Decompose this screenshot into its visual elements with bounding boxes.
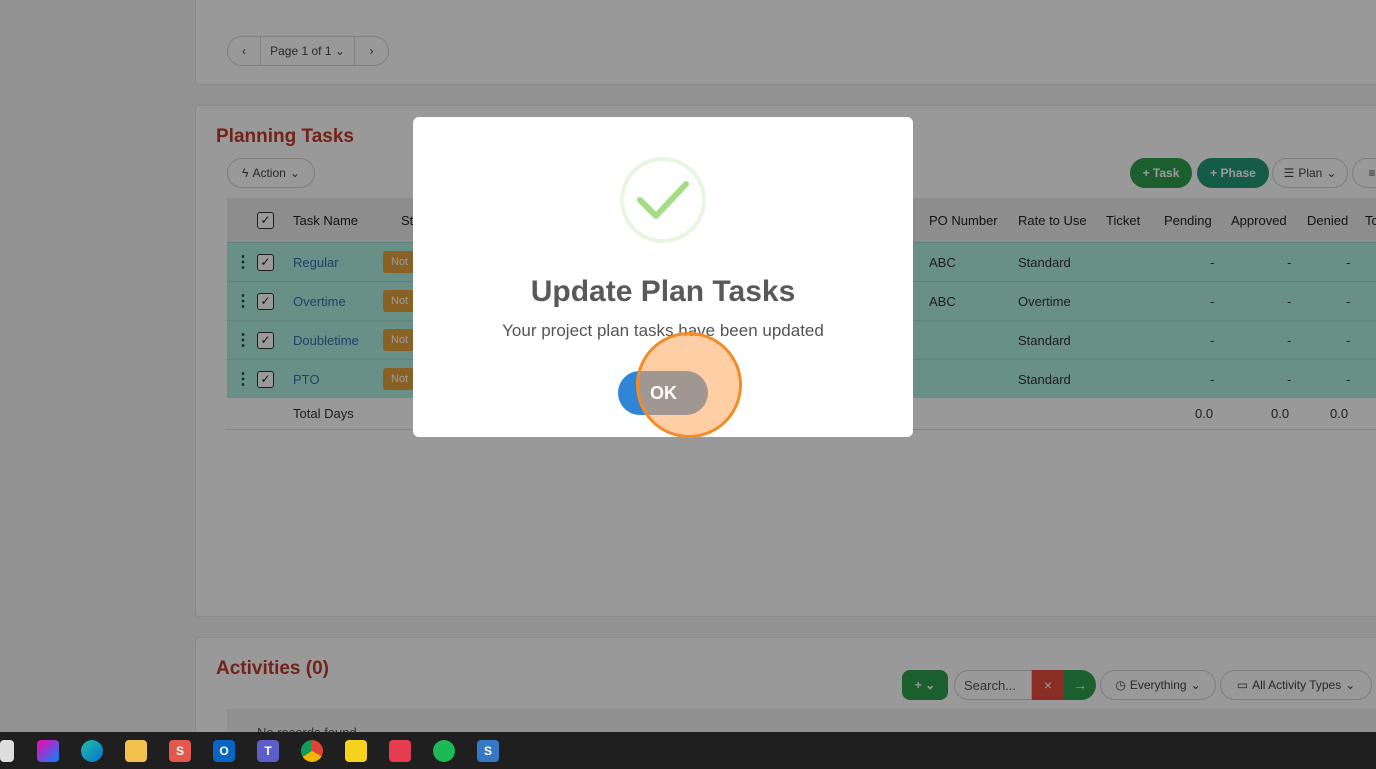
file-explorer-icon[interactable] — [125, 740, 147, 762]
ok-button[interactable] — [618, 371, 708, 415]
windows-taskbar: S O T S — [0, 732, 1376, 769]
start-icon[interactable] — [0, 740, 14, 762]
s-app-2-icon[interactable]: S — [477, 740, 499, 762]
sticky-notes-icon[interactable] — [345, 740, 367, 762]
s-app-icon[interactable]: S — [169, 740, 191, 762]
success-dialog: Update Plan Tasks Your project plan task… — [413, 117, 913, 438]
edge-icon[interactable] — [81, 740, 103, 762]
dialog-title: Update Plan Tasks — [530, 275, 796, 308]
app-window: ‹ Page 1 of 1 ⌄ › Planning Tasks ϟ Actio… — [0, 0, 1376, 732]
spotify-icon[interactable] — [433, 740, 455, 762]
chrome-icon[interactable] — [301, 740, 323, 762]
outlook-icon[interactable]: O — [213, 740, 235, 762]
app-icon[interactable] — [389, 740, 411, 762]
teams-icon[interactable]: T — [257, 740, 279, 762]
dialog-message: Your project plan tasks have been update… — [502, 321, 824, 340]
success-check-icon — [620, 157, 706, 243]
copilot-icon[interactable] — [37, 740, 59, 762]
